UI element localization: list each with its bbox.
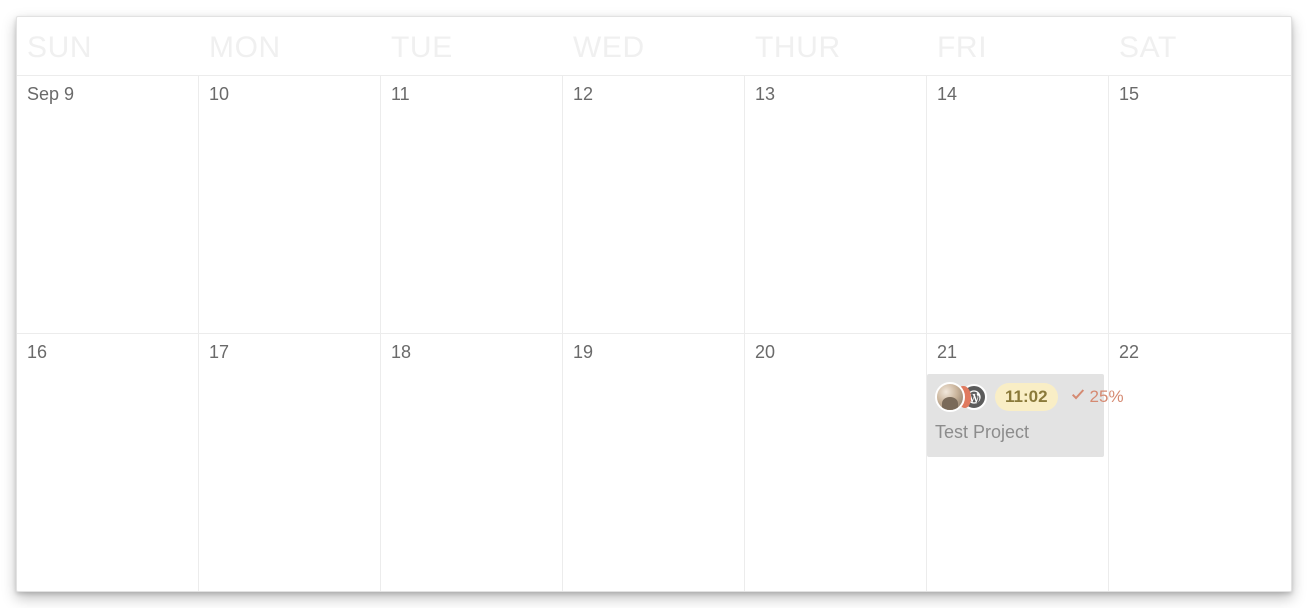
day-cell[interactable]: 16 bbox=[17, 334, 199, 592]
day-cell[interactable]: 10 bbox=[199, 76, 381, 333]
calendar-event[interactable]: 11:02 25% Test Project bbox=[927, 374, 1104, 457]
day-number: 17 bbox=[209, 342, 370, 363]
day-number: 14 bbox=[937, 84, 1098, 105]
user-avatar bbox=[935, 382, 965, 412]
event-title: Test Project bbox=[935, 422, 1096, 443]
day-number: 11 bbox=[391, 84, 552, 105]
weekday-header: WED bbox=[563, 17, 745, 75]
day-cell[interactable]: 15 bbox=[1109, 76, 1291, 333]
calendar-week: Sep 9 10 11 12 13 14 15 bbox=[17, 76, 1291, 334]
day-cell[interactable]: Sep 9 bbox=[17, 76, 199, 333]
weekday-header: TUE bbox=[381, 17, 563, 75]
day-number: 21 bbox=[937, 342, 1098, 363]
day-number: 13 bbox=[755, 84, 916, 105]
check-icon bbox=[1070, 386, 1086, 407]
calendar-weeks: Sep 9 10 11 12 13 14 15 16 bbox=[17, 76, 1291, 591]
day-cell[interactable]: 20 bbox=[745, 334, 927, 592]
day-cell[interactable]: 18 bbox=[381, 334, 563, 592]
day-cell[interactable]: 13 bbox=[745, 76, 927, 333]
day-number: 22 bbox=[1119, 342, 1281, 363]
weekday-header: THUR bbox=[745, 17, 927, 75]
day-number: 16 bbox=[27, 342, 188, 363]
avatar-stack bbox=[935, 382, 1005, 412]
day-cell[interactable]: 22 bbox=[1109, 334, 1291, 592]
day-number: Sep 9 bbox=[27, 84, 188, 105]
day-cell[interactable]: 14 bbox=[927, 76, 1109, 333]
day-number: 15 bbox=[1119, 84, 1281, 105]
day-number: 20 bbox=[755, 342, 916, 363]
calendar-grid: SUN MON TUE WED THUR FRI SAT Sep 9 10 11… bbox=[16, 16, 1292, 592]
day-number: 18 bbox=[391, 342, 552, 363]
day-cell[interactable]: 21 11:02 bbox=[927, 334, 1109, 592]
day-number: 12 bbox=[573, 84, 734, 105]
weekday-header: SAT bbox=[1109, 17, 1291, 75]
day-cell[interactable]: 19 bbox=[563, 334, 745, 592]
weekday-header: MON bbox=[199, 17, 381, 75]
event-meta-row: 11:02 25% bbox=[935, 382, 1096, 412]
weekday-header: SUN bbox=[17, 17, 199, 75]
day-number: 10 bbox=[209, 84, 370, 105]
calendar-week: 16 17 18 19 20 21 bbox=[17, 334, 1291, 592]
day-cell[interactable]: 11 bbox=[381, 76, 563, 333]
day-number: 19 bbox=[573, 342, 734, 363]
day-cell[interactable]: 17 bbox=[199, 334, 381, 592]
weekday-header-row: SUN MON TUE WED THUR FRI SAT bbox=[17, 17, 1291, 76]
day-cell[interactable]: 12 bbox=[563, 76, 745, 333]
weekday-header: FRI bbox=[927, 17, 1109, 75]
